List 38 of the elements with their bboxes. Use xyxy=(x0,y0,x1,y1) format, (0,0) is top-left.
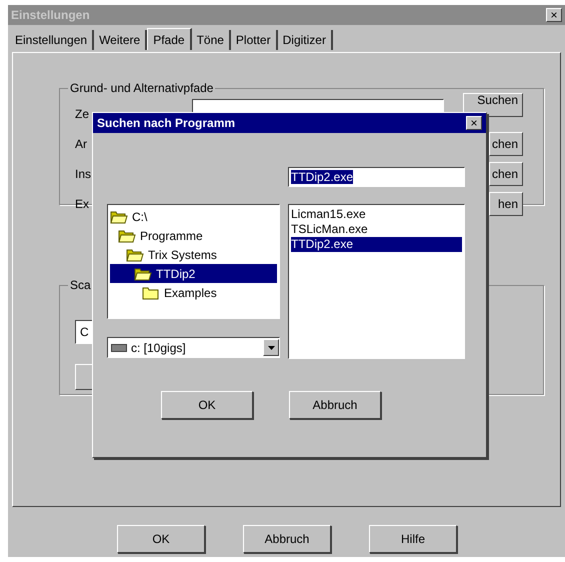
close-button[interactable]: × xyxy=(466,116,482,130)
dialog-button[interactable]: Abbruch xyxy=(243,525,331,553)
dialog-title: Suchen nach Programm xyxy=(97,116,236,130)
dropdown-button[interactable] xyxy=(263,339,279,356)
open-folder-icon xyxy=(110,210,128,224)
folder-item[interactable]: Trix Systems xyxy=(110,245,277,264)
path-label: Ex xyxy=(75,197,90,211)
filename-text: TTDip2.exe xyxy=(291,170,354,184)
search-button[interactable]: hen xyxy=(489,192,523,216)
search-button[interactable]: Suchen xyxy=(463,93,523,117)
close-button[interactable]: × xyxy=(546,8,562,22)
path-label: Ins xyxy=(75,167,92,181)
group-title: Grund- und Alternativpfade xyxy=(68,81,216,95)
path-label: Ar xyxy=(75,137,87,151)
group-title: Sca xyxy=(68,278,93,292)
search-button[interactable]: chen xyxy=(489,132,523,156)
dialog-button[interactable]: Hilfe xyxy=(369,525,457,553)
open-folder-icon xyxy=(134,266,152,280)
tab[interactable]: Pfade xyxy=(147,28,192,50)
folder-item[interactable]: Examples xyxy=(110,283,277,302)
file-item[interactable]: Licman15.exe xyxy=(291,207,462,222)
file-item[interactable]: TTDip2.exe xyxy=(291,237,462,252)
dialog-button[interactable]: OK xyxy=(117,525,205,553)
path-label: Ze xyxy=(75,107,90,121)
folder-item[interactable]: C:\ xyxy=(110,207,277,226)
folder-item[interactable]: Programme xyxy=(110,226,277,245)
open-folder-icon xyxy=(126,248,144,262)
search-button[interactable]: chen xyxy=(489,162,523,186)
window-title: Einstellungen xyxy=(11,8,90,22)
open-folder-icon xyxy=(118,228,136,242)
filename-field[interactable]: TTDip2.exe xyxy=(288,167,465,187)
dialog-button[interactable]: Abbruch xyxy=(289,391,381,419)
drive-select[interactable]: c: [10gigs] xyxy=(107,337,280,358)
dialog-button[interactable]: OK xyxy=(161,391,253,419)
folder-item[interactable]: TTDip2 xyxy=(110,264,277,283)
drive-icon xyxy=(111,344,127,352)
folder-icon xyxy=(142,286,160,300)
file-item[interactable]: TSLicMan.exe xyxy=(291,222,462,237)
